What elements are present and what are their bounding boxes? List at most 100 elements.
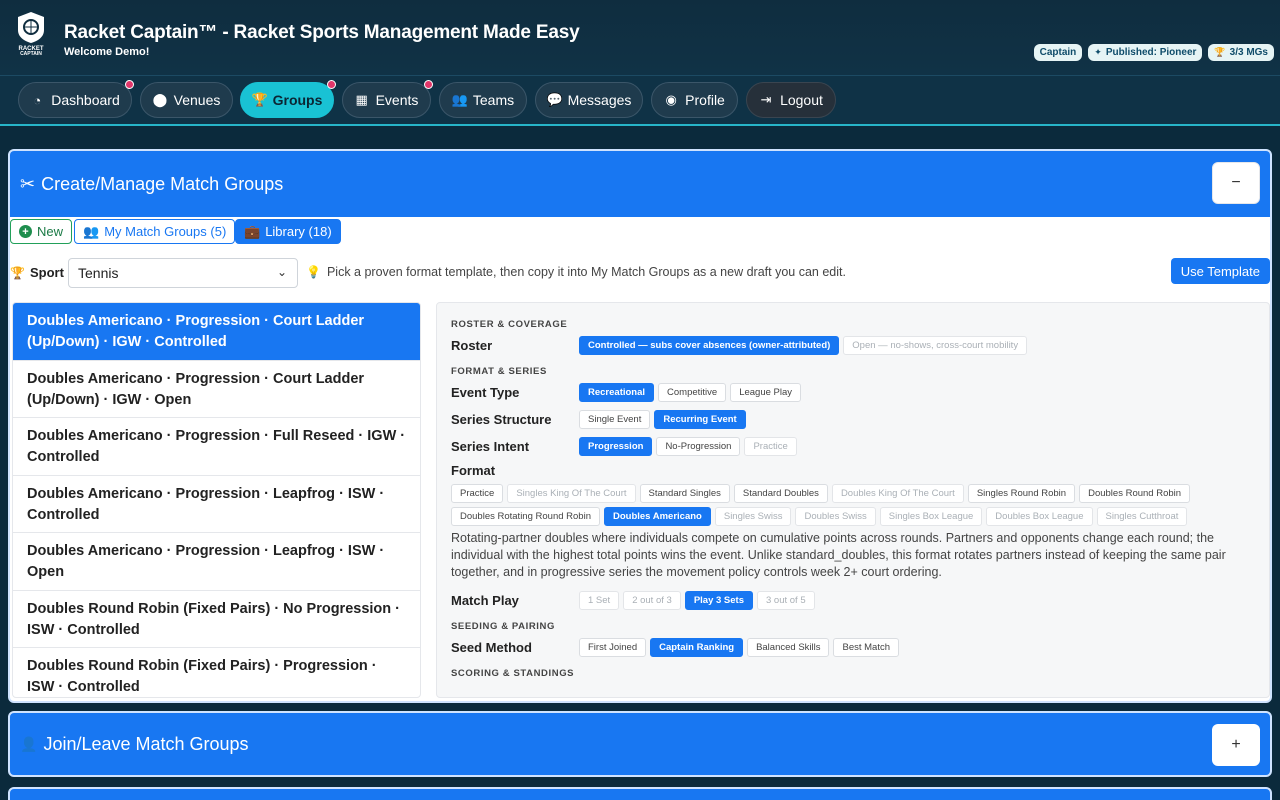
racket-captain-logo[interactable]: RACKET CAPTAIN: [14, 10, 48, 57]
tab-new[interactable]: + New: [10, 219, 73, 244]
notification-dot: [327, 80, 336, 89]
format-option[interactable]: Standard Singles: [639, 484, 730, 503]
section-title: SCORING & STANDINGS: [451, 668, 575, 679]
list-item[interactable]: Doubles Americano · Progression · Full R…: [13, 418, 420, 476]
seed-method-option[interactable]: Captain Ranking: [650, 637, 744, 657]
panel-title: Join/Leave Match Groups: [43, 733, 249, 754]
roster-option[interactable]: Open — no-shows, cross-court mobility: [843, 335, 1028, 355]
template-list: Doubles Americano · Progression · Court …: [12, 302, 421, 698]
welcome-text: Welcome Demo!: [64, 46, 150, 58]
section-title: FORMAT & SERIES: [451, 366, 547, 377]
trophy-icon: 🏆: [10, 265, 25, 280]
series-intent-option[interactable]: Progression: [579, 436, 653, 456]
expand-button[interactable]: +: [1212, 724, 1260, 766]
trophy-icon: 🏆: [1214, 47, 1226, 57]
user-plus-icon: 👤: [20, 735, 38, 752]
series-intent-option[interactable]: No-Progression: [656, 436, 741, 456]
format-option[interactable]: Singles Cutthroat: [1096, 507, 1188, 526]
field-label: Event Type: [451, 384, 520, 400]
format-option[interactable]: Singles Round Robin: [967, 484, 1076, 503]
format-option[interactable]: Doubles Round Robin: [1079, 484, 1191, 503]
panel-header[interactable]: ✂ Create/Manage Match Groups −: [10, 151, 1270, 217]
series-structure-option[interactable]: Recurring Event: [654, 409, 746, 429]
use-template-button[interactable]: Use Template: [1170, 258, 1270, 284]
list-item[interactable]: Doubles Round Robin (Fixed Pairs) · No P…: [13, 591, 420, 648]
match-play-row: Match Play 1 Set 2 out of 3 Play 3 Sets …: [451, 589, 1255, 611]
notification-dot: [424, 80, 433, 89]
main-nav: ◔ Dashboard ⬤ Venues 🏆 Groups ▦ Events 👥 Team…: [0, 76, 1280, 126]
format-option[interactable]: Doubles Americano: [603, 507, 711, 526]
seed-method-option[interactable]: Balanced Skills: [747, 637, 830, 657]
event-type-option[interactable]: League Play: [730, 382, 802, 402]
format-description: Rotating-partner doubles where individua…: [451, 531, 1226, 579]
nav-groups[interactable]: 🏆 Groups: [240, 80, 336, 118]
format-option[interactable]: Doubles Swiss: [795, 507, 876, 526]
format-block: Format Practice Singles King Of The Cour…: [451, 463, 1255, 581]
tab-library[interactable]: 💼 Library (18): [235, 219, 341, 244]
nav-events[interactable]: ▦ Events: [342, 80, 433, 118]
format-option[interactable]: Singles Box League: [879, 507, 983, 526]
nav-profile[interactable]: ◉ Profile: [651, 82, 738, 118]
list-item[interactable]: Doubles Round Robin (Fixed Pairs) · Prog…: [13, 648, 420, 697]
tools-icon: ✂: [20, 173, 36, 194]
map-pin-icon: ⬤: [152, 92, 168, 107]
list-item[interactable]: Doubles Americano · Progression · Leapfr…: [13, 476, 420, 533]
collapse-button[interactable]: −: [1212, 162, 1260, 204]
section-title: ROSTER & COVERAGE: [451, 319, 568, 330]
event-type-option[interactable]: Competitive: [658, 382, 727, 402]
mg-count-badge: 🏆 3/3 MGs: [1208, 44, 1274, 61]
panel-title: Create/Manage Match Groups: [41, 173, 284, 194]
seed-method-row: Seed Method First Joined Captain Ranking…: [451, 636, 1255, 658]
next-panel[interactable]: [8, 787, 1272, 800]
sport-select[interactable]: Tennis ⌄: [68, 258, 298, 288]
template-detail: ROSTER & COVERAGE Roster Controlled — su…: [436, 302, 1270, 698]
seed-method-option[interactable]: Best Match: [833, 637, 900, 657]
panel-tabs: + New 👥 My Match Groups (5) 💼 Library (18): [10, 218, 1270, 246]
field-label: Match Play: [451, 592, 519, 608]
nav-logout[interactable]: ⇥ Logout: [746, 82, 836, 118]
format-option[interactable]: Singles Swiss: [714, 507, 792, 526]
seed-method-option[interactable]: First Joined: [579, 637, 647, 657]
list-item[interactable]: Doubles Americano · Progression · Leapfr…: [13, 533, 420, 591]
event-type-option[interactable]: Recreational: [579, 382, 655, 402]
chevron-down-icon: ⌄: [276, 265, 287, 279]
match-play-option[interactable]: 1 Set: [579, 590, 620, 610]
section-title: SEEDING & PAIRING: [451, 621, 555, 632]
badge-group: Captain ✦ Published: Pioneer 🏆 3/3 MGs: [1033, 44, 1274, 61]
field-label: Roster: [451, 337, 493, 353]
nav-dashboard[interactable]: ◔ Dashboard: [18, 80, 134, 118]
nav-messages[interactable]: 💬 Messages: [535, 82, 643, 118]
sport-row: 🏆 Sport Tennis ⌄ 💡 Pick a proven format te…: [10, 258, 1270, 288]
lightbulb-icon: 💡: [306, 265, 321, 279]
roster-option[interactable]: Controlled — subs cover absences (owner-…: [579, 335, 840, 355]
match-play-option[interactable]: 2 out of 3: [623, 590, 681, 610]
format-option[interactable]: Practice: [451, 484, 504, 503]
match-play-option[interactable]: 3 out of 5: [756, 590, 815, 610]
list-item[interactable]: Doubles Americano · Progression · Court …: [13, 303, 420, 361]
nav-teams[interactable]: 👥 Teams: [439, 82, 527, 118]
match-play-option[interactable]: Play 3 Sets: [684, 590, 753, 610]
users-icon: 👥: [83, 223, 100, 239]
format-option[interactable]: Standard Doubles: [733, 484, 828, 503]
nav-venues[interactable]: ⬤ Venues: [140, 82, 233, 118]
field-label: Format: [451, 463, 496, 478]
event-type-row: Event Type Recreational Competitive Leag…: [451, 381, 1255, 403]
format-option[interactable]: Doubles Rotating Round Robin: [451, 507, 600, 526]
list-item[interactable]: Doubles Americano · Progression · Court …: [13, 361, 420, 418]
format-option[interactable]: Doubles Box League: [986, 507, 1093, 526]
trophy-icon: 🏆: [251, 92, 268, 107]
sport-label: 🏆 Sport: [10, 265, 64, 280]
svg-text:CAPTAIN: CAPTAIN: [20, 51, 42, 56]
format-option[interactable]: Doubles King Of The Court: [831, 484, 964, 503]
app-title: Racket Captain™ - Racket Sports Manageme…: [64, 22, 580, 43]
gauge-icon: ◔: [33, 92, 42, 108]
published-badge: ✦ Published: Pioneer: [1088, 44, 1203, 61]
create-manage-panel: ✂ Create/Manage Match Groups − + New 👥 My …: [8, 149, 1272, 703]
series-intent-row: Series Intent Progression No-Progression…: [451, 435, 1255, 457]
series-structure-option[interactable]: Single Event: [579, 409, 651, 429]
tab-my-match-groups[interactable]: 👥 My Match Groups (5): [74, 219, 236, 244]
join-leave-panel[interactable]: 👤 Join/Leave Match Groups +: [8, 711, 1272, 777]
app-header: RACKET CAPTAIN Racket Captain™ - Racket …: [0, 0, 1280, 76]
format-option[interactable]: Singles King Of The Court: [507, 484, 636, 503]
series-intent-option[interactable]: Practice: [744, 436, 797, 456]
